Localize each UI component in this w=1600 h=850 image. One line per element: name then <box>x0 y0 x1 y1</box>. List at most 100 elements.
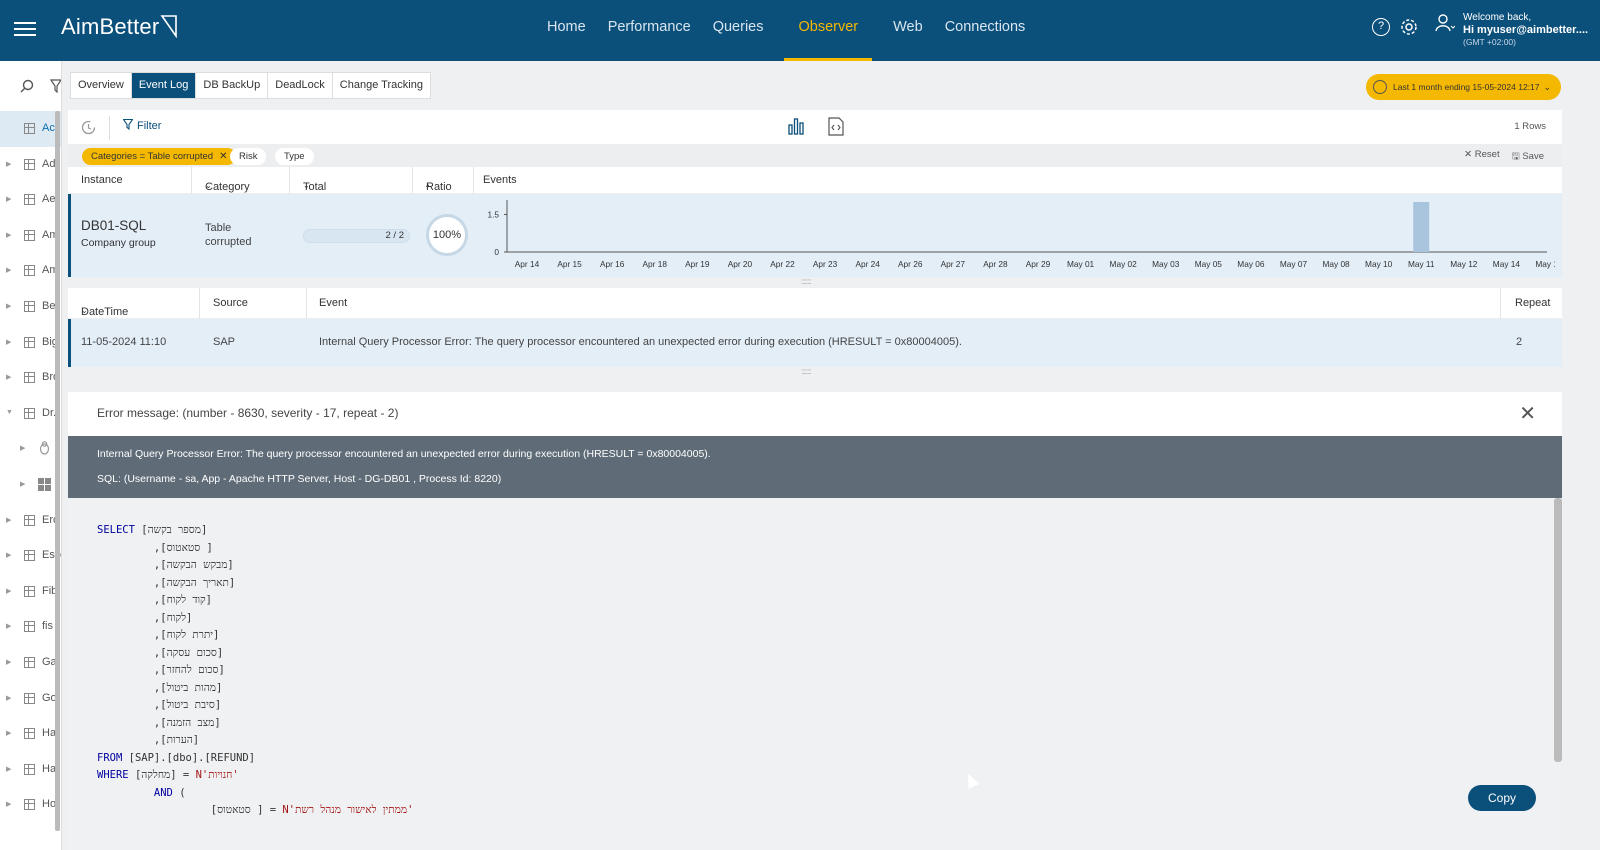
tab-change-tracking[interactable]: Change Tracking <box>333 73 430 98</box>
expand-icon[interactable]: ▶ <box>6 694 11 702</box>
expand-icon[interactable]: ▶ <box>20 444 25 452</box>
type-filter-chip[interactable]: Type <box>275 148 314 165</box>
col-source[interactable]: Source <box>213 297 248 309</box>
expand-icon[interactable]: ▶ <box>20 480 25 488</box>
time-range-picker[interactable]: Last 1 month ending 15-05-2024 12:17 ⌄ <box>1366 74 1561 100</box>
y-tick-label: 1.5 <box>487 210 499 220</box>
grid-icon <box>24 585 35 597</box>
sidebar-item[interactable]: ▶ Erc <box>0 503 61 539</box>
col-repeat[interactable]: Repeat <box>1515 297 1550 309</box>
sidebar-item-linux[interactable]: ▶ <box>0 431 61 467</box>
sidebar-item[interactable]: ▶ Ho <box>0 787 61 823</box>
expand-icon[interactable]: ▶ <box>6 266 11 274</box>
sidebar-item[interactable]: ▼ Dr. <box>0 396 61 432</box>
expand-icon[interactable]: ▶ <box>6 729 11 737</box>
expand-icon[interactable]: ▶ <box>6 658 11 666</box>
sidebar-item[interactable]: ▶ Ha <box>0 716 61 752</box>
code-keyword: WHERE <box>97 769 129 781</box>
nav-performance[interactable]: Performance <box>597 0 702 61</box>
sidebar-item[interactable]: ▶ Ad <box>0 147 61 183</box>
expand-icon[interactable]: ▶ <box>6 800 11 808</box>
expand-icon[interactable]: ▶ <box>6 622 11 630</box>
resize-handle[interactable] <box>68 277 1562 288</box>
grid-icon <box>24 336 35 348</box>
sidebar-item[interactable]: ▶ Go <box>0 681 61 717</box>
sidebar-item[interactable]: ▶ Ha <box>0 752 61 788</box>
sidebar-item[interactable]: ▶ Fib <box>0 574 61 610</box>
expand-icon[interactable]: ▶ <box>6 338 11 346</box>
rows-count: 1 Rows <box>1514 121 1546 132</box>
sidebar-item[interactable]: ▶ fis <box>0 609 61 645</box>
collapse-icon[interactable]: ▼ <box>6 409 13 416</box>
x-tick-label: Apr 27 <box>941 259 966 269</box>
instance-row[interactable]: DB01-SQL Company group Table corrupted 2… <box>68 194 1562 277</box>
sidebar-item[interactable]: ▶ Am <box>0 218 61 254</box>
user-menu[interactable]: Welcome back, Hi myuser@aimbetter.... (G… <box>1435 12 1588 48</box>
help-icon[interactable]: ? <box>1372 18 1390 36</box>
sidebar-item[interactable]: ▶ Ga <box>0 645 61 681</box>
nav-connections[interactable]: Connections <box>934 0 1037 61</box>
code-line: ,[סיבת ביטול] <box>153 699 222 711</box>
chart-view-icon[interactable] <box>788 117 804 136</box>
expand-icon[interactable]: ▶ <box>6 765 11 773</box>
col-instance[interactable]: Instance <box>81 174 123 186</box>
top-bar: AimBetter Home Performance Queries Obser… <box>0 0 1600 61</box>
sidebar-item[interactable]: ▶ Ae <box>0 182 61 218</box>
sidebar-item[interactable]: ▶ Bro <box>0 360 61 396</box>
nav-home[interactable]: Home <box>536 0 597 61</box>
event-log-panel: Filter 1 Rows Categories = Table corrupt… <box>68 110 1562 378</box>
event-repeat: 2 <box>1516 336 1523 348</box>
nav-observer[interactable]: Observer <box>784 0 873 61</box>
chip-label: Categories = Table corrupted <box>91 151 214 162</box>
sidebar-item[interactable]: ▶ Esp <box>0 538 61 574</box>
chevron-down-icon: ⌄ <box>303 181 310 190</box>
save-button[interactable]: 🖫 Save <box>1512 149 1544 165</box>
expand-icon[interactable]: ▶ <box>6 551 11 559</box>
search-icon[interactable] <box>20 79 34 93</box>
expand-icon[interactable]: ▶ <box>6 373 11 381</box>
expand-icon[interactable]: ▶ <box>6 231 11 239</box>
sidebar-item[interactable]: ▶ Am <box>0 253 61 289</box>
x-tick-label: Apr 26 <box>898 259 923 269</box>
x-tick-label: May 05 <box>1195 259 1223 269</box>
nav-web[interactable]: Web <box>882 0 934 61</box>
category-filter-chip[interactable]: Categories = Table corrupted ✕ <box>82 148 237 165</box>
expand-icon[interactable]: ▶ <box>6 302 11 310</box>
nav-queries[interactable]: Queries <box>702 0 775 61</box>
code-keyword: SELECT <box>97 524 135 536</box>
col-event[interactable]: Event <box>319 297 347 309</box>
event-row[interactable]: 11-05-2024 11:10 SAP Internal Query Proc… <box>68 319 1562 367</box>
sidebar: Ac ▶ Ad ▶ Ae ▶ Am ▶ Am ▶ Be ▶ Big ▶ Bro ▼ Dr. ▶ … <box>0 61 62 850</box>
col-events[interactable]: Events <box>483 174 517 186</box>
reset-button[interactable]: ✕ Reset <box>1464 149 1499 165</box>
risk-filter-chip[interactable]: Risk <box>230 148 267 165</box>
gear-icon[interactable] <box>1400 18 1418 36</box>
code-line: ,[תאריך הבקשה] <box>153 576 236 589</box>
expand-icon[interactable]: ▶ <box>6 195 11 203</box>
code-view-icon[interactable] <box>828 117 844 136</box>
tab-deadlock[interactable]: DeadLock <box>268 73 333 98</box>
sidebar-item-windows[interactable]: ▶ <box>0 467 61 503</box>
refresh-history-icon[interactable] <box>81 120 96 135</box>
sidebar-item[interactable]: Ac <box>0 111 61 147</box>
sidebar-item[interactable]: ▶ Big <box>0 325 61 361</box>
resize-handle[interactable] <box>68 367 1562 378</box>
expand-icon[interactable]: ▶ <box>6 587 11 595</box>
close-icon[interactable]: ✕ <box>1519 404 1536 424</box>
tab-event-log[interactable]: Event Log <box>131 73 197 98</box>
tab-overview[interactable]: Overview <box>71 73 132 98</box>
error-scrollbar[interactable] <box>1554 498 1562 762</box>
close-icon[interactable]: ✕ <box>219 151 227 162</box>
tab-db-backup[interactable]: DB BackUp <box>196 73 269 98</box>
sidebar-item[interactable]: ▶ Be <box>0 289 61 325</box>
code-line: ,[מהות ביטול] <box>153 681 223 694</box>
expand-icon[interactable]: ▶ <box>6 516 11 524</box>
filter-icon[interactable] <box>50 79 62 93</box>
app-logo[interactable]: AimBetter <box>61 14 178 40</box>
copy-button[interactable]: Copy <box>1468 785 1536 811</box>
sidebar-scrollbar[interactable] <box>55 111 60 831</box>
menu-icon[interactable] <box>14 18 36 40</box>
filter-button[interactable]: Filter <box>122 118 161 132</box>
user-icon <box>1435 14 1455 32</box>
expand-icon[interactable]: ▶ <box>6 160 11 168</box>
